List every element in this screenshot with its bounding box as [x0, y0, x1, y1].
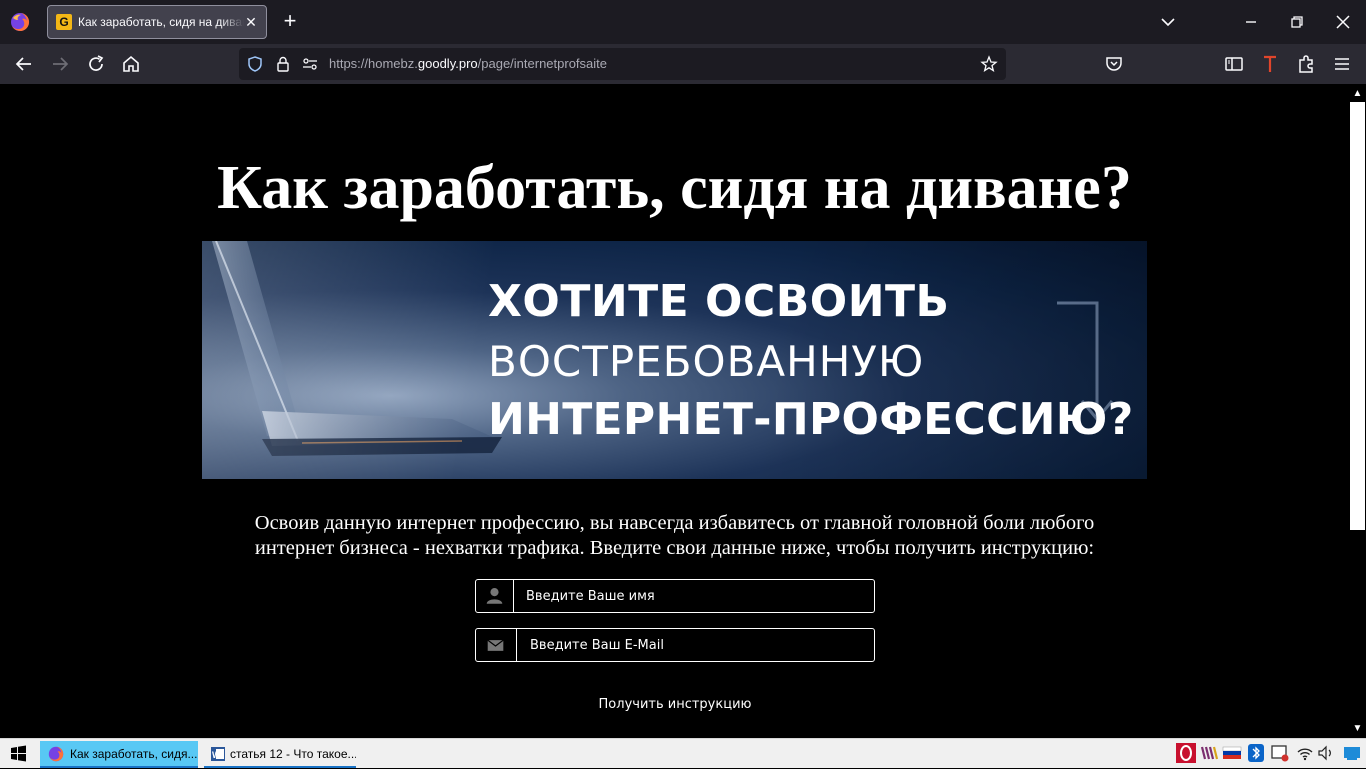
- intro-paragraph: Освоив данную интернет профессию, вы нав…: [200, 511, 1149, 561]
- user-icon: [486, 580, 514, 612]
- pocket-icon[interactable]: [1102, 52, 1126, 76]
- scroll-down-arrow-icon[interactable]: ▼: [1350, 721, 1365, 737]
- tab-strip: G Как заработать, сидя на диване? ✕ +: [0, 0, 1366, 44]
- email-field: [475, 628, 875, 662]
- restore-window-icon[interactable]: [1274, 0, 1320, 44]
- taskbar-item-label: статья 12 - Что такое...: [230, 747, 356, 761]
- windows-start-icon[interactable]: [0, 739, 38, 769]
- hero-banner: ХОТИТЕ ОСВОИТЬ ВОСТРЕБОВАННУЮ ИНТЕРНЕТ-П…: [202, 241, 1147, 479]
- tracking-protection-shield-icon[interactable]: [246, 55, 264, 73]
- site-permissions-icon[interactable]: [301, 55, 319, 73]
- page-scrollbar-thumb[interactable]: [1350, 102, 1365, 530]
- svg-text:W: W: [212, 750, 221, 760]
- padlock-icon[interactable]: [274, 55, 292, 73]
- intro-line-1: Освоив данную интернет профессию, вы нав…: [254, 512, 1095, 534]
- name-input[interactable]: [526, 580, 866, 612]
- menu-hamburger-icon[interactable]: [1330, 52, 1354, 76]
- close-tab-icon[interactable]: ✕: [242, 13, 260, 31]
- url-text[interactable]: https://homebz.goodly.pro/page/internetp…: [329, 56, 607, 71]
- page-viewport: Как заработать, сидя на диване? ХОТИТЕ О…: [0, 84, 1349, 738]
- tab-title: Как заработать, сидя на диване?: [78, 15, 244, 29]
- wifi-icon[interactable]: [1295, 743, 1315, 763]
- banner-line-1: ХОТИТЕ ОСВОИТЬ: [488, 276, 950, 327]
- navigation-toolbar: https://homebz.goodly.pro/page/internetp…: [0, 44, 1366, 84]
- get-instructions-button[interactable]: Получить инструкцию: [560, 691, 790, 717]
- action-center-icon[interactable]: [1342, 743, 1362, 763]
- url-prefix: https://homebz.: [329, 56, 418, 71]
- bookmark-star-icon[interactable]: [980, 55, 998, 73]
- taskbar-item-firefox[interactable]: Как заработать, сидя...: [40, 741, 198, 768]
- url-path: /page/internetprofsaite: [477, 56, 608, 71]
- opera-icon[interactable]: [1176, 743, 1196, 763]
- word-icon: W: [211, 747, 225, 761]
- extensions-puzzle-icon[interactable]: [1294, 52, 1318, 76]
- scroll-up-arrow-icon[interactable]: ▲: [1350, 86, 1365, 102]
- volume-icon[interactable]: [1316, 743, 1336, 763]
- security-center-icon[interactable]: [1270, 743, 1290, 763]
- firefox-icon: [48, 746, 64, 762]
- taskbar-item-label: Как заработать, сидя...: [70, 747, 198, 761]
- name-field: [475, 579, 875, 613]
- forward-arrow-icon[interactable]: [48, 52, 72, 76]
- reload-icon[interactable]: [84, 52, 108, 76]
- taskbar-item-word[interactable]: W статья 12 - Что такое...: [204, 741, 356, 768]
- minimize-window-icon[interactable]: [1228, 0, 1274, 44]
- translate-extension-icon[interactable]: [1258, 52, 1282, 76]
- home-icon[interactable]: [119, 52, 143, 76]
- language-ru-flag-icon[interactable]: [1222, 743, 1242, 763]
- tab-active[interactable]: G Как заработать, сидя на диване? ✕: [47, 5, 267, 39]
- close-window-icon[interactable]: [1320, 0, 1366, 44]
- email-input[interactable]: [530, 629, 870, 661]
- address-bar[interactable]: https://homebz.goodly.pro/page/internetp…: [239, 48, 1006, 80]
- goodly-favicon-icon: G: [56, 14, 72, 30]
- url-domain: goodly.pro: [417, 56, 478, 71]
- sidebar-icon[interactable]: [1222, 52, 1246, 76]
- intro-line-2: интернет бизнеса - нехватки трафика. Вве…: [254, 537, 1095, 559]
- new-tab-plus-icon[interactable]: +: [278, 10, 302, 34]
- banner-line-2: ВОСТРЕБОВАННУЮ: [488, 337, 925, 386]
- bluetooth-icon[interactable]: [1246, 743, 1266, 763]
- list-all-tabs-chevron-icon[interactable]: [1156, 10, 1180, 34]
- firefox-icon[interactable]: [10, 12, 30, 32]
- envelope-icon: [487, 629, 517, 661]
- windows-taskbar: Как заработать, сидя... W статья 12 - Чт…: [0, 738, 1366, 768]
- banner-line-3: ИНТЕРНЕТ-ПРОФЕССИЮ?: [488, 394, 1134, 445]
- page-headline: Как заработать, сидя на диване?: [217, 154, 1132, 222]
- back-arrow-icon[interactable]: [12, 52, 36, 76]
- winrar-icon[interactable]: [1199, 743, 1219, 763]
